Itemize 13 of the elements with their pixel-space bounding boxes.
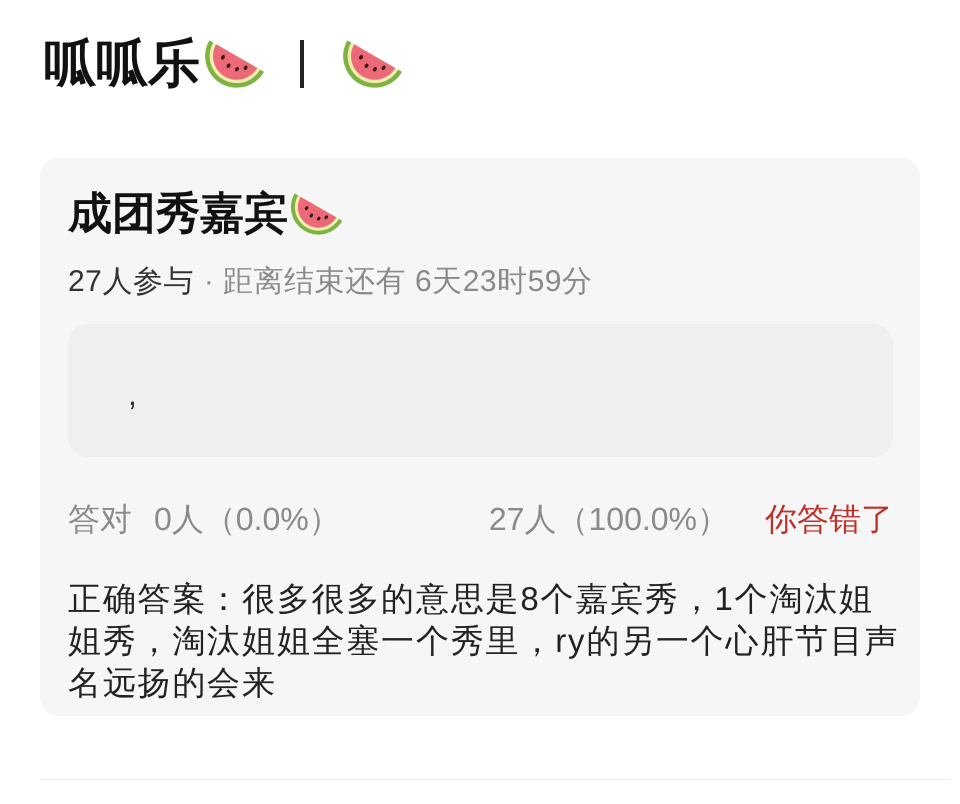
quiz-title: 成团秀嘉宾 xyxy=(68,189,288,239)
correct-answer-text: 正确答案：很多很多的意思是8个嘉宾秀，1个淘汰姐姐秀，淘汰姐姐全塞一个秀里，ry的另一个心肝节目声名远扬的会来 xyxy=(68,579,900,703)
watermelon-icon xyxy=(342,39,404,89)
watermelon-icon xyxy=(204,39,266,89)
wrong-count: 27人（100.0%） xyxy=(488,500,729,539)
app-title: 呱呱乐 xyxy=(44,34,200,95)
result-text: 你答错了 xyxy=(765,500,893,539)
answer-option[interactable]: , xyxy=(68,324,893,457)
correct-label: 答对 xyxy=(68,500,132,539)
participant-count: 27人参与 xyxy=(68,264,194,300)
countdown-text: · 距离结束还有 6天23时59分 xyxy=(204,264,592,300)
watermelon-icon xyxy=(290,192,344,236)
correct-count: 0人（0.0%） xyxy=(154,500,341,539)
